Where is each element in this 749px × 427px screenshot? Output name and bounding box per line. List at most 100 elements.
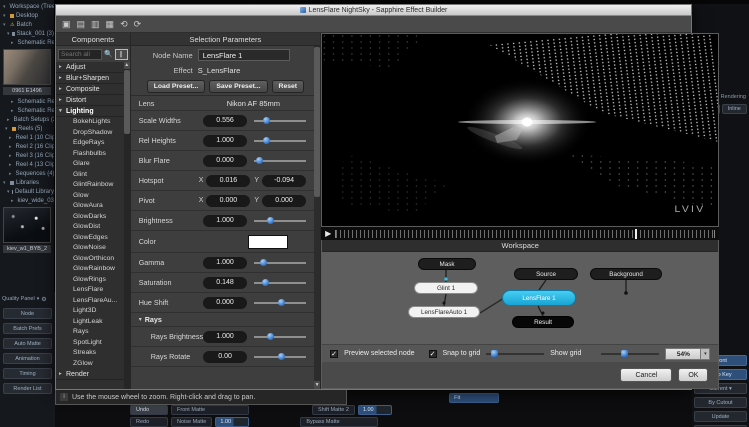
save-as-icon[interactable]: ▦ xyxy=(106,20,115,29)
auto-matte-button[interactable]: Auto Matte xyxy=(3,338,52,349)
component-item[interactable]: Rays xyxy=(56,327,130,338)
param-x-field[interactable]: 0.016 xyxy=(206,175,250,187)
param-y-field[interactable]: 0.000 xyxy=(262,195,306,207)
param-slider[interactable] xyxy=(254,157,306,165)
component-item[interactable]: GlowRings xyxy=(56,275,130,286)
redo-button[interactable]: Redo xyxy=(130,417,168,427)
parameters-scrollbar[interactable]: ▼ xyxy=(314,46,320,389)
param-value-field[interactable]: 1.000 xyxy=(203,215,247,227)
playhead[interactable] xyxy=(635,229,637,239)
timing-button[interactable]: Timing xyxy=(3,368,52,379)
param-slider[interactable] xyxy=(254,279,306,287)
component-item[interactable]: Glare xyxy=(56,159,130,170)
section-expand-icon[interactable]: ▾ xyxy=(139,316,142,323)
tree-item[interactable]: ▸Reel 3 (16 Clip) xyxy=(0,151,54,160)
param-slider[interactable] xyxy=(254,217,306,225)
param-slider[interactable] xyxy=(254,299,306,307)
component-item[interactable]: LightLeak xyxy=(56,317,130,328)
param-value-field[interactable]: 0.148 xyxy=(203,277,247,289)
component-item[interactable]: Light3D xyxy=(56,306,130,317)
scroll-up-icon[interactable]: ▲ xyxy=(124,62,130,69)
component-item[interactable]: BokehLights xyxy=(56,117,130,128)
node-mask[interactable]: Mask xyxy=(418,258,476,270)
param-slider[interactable] xyxy=(254,333,306,341)
node-name-field[interactable]: LensFlare 1 xyxy=(198,49,290,61)
component-item[interactable]: GlowNoise xyxy=(56,243,130,254)
presets-filter-button[interactable]: ∥ xyxy=(115,49,128,60)
undo-button[interactable]: Undo xyxy=(130,405,168,415)
value-field[interactable]: 1.00 xyxy=(358,405,392,415)
redo-icon[interactable]: ⟳ xyxy=(134,20,142,29)
gear-icon[interactable]: ⚙ xyxy=(41,296,46,303)
zoom-slider[interactable] xyxy=(601,350,659,358)
tree-item[interactable]: ▾⚠Batch xyxy=(0,20,54,29)
tree-item[interactable]: ▾Reels (5) xyxy=(0,124,54,133)
param-x-field[interactable]: 0.000 xyxy=(206,195,250,207)
clip-thumbnail-night[interactable] xyxy=(3,207,51,243)
by-cutout-button[interactable]: By Cutout xyxy=(694,397,747,408)
scrollbar-thumb[interactable] xyxy=(124,70,130,134)
ok-button[interactable]: OK xyxy=(678,368,708,382)
component-item[interactable]: GlowRainbow xyxy=(56,264,130,275)
preview-selected-checkbox[interactable]: ✓ xyxy=(330,350,338,358)
component-item[interactable]: DropShadow xyxy=(56,128,130,139)
node-glint[interactable]: Glint 1 xyxy=(414,282,478,294)
snap-to-grid-checkbox[interactable]: ✓ xyxy=(429,350,437,358)
tree-item[interactable]: ▸Reel 1 (10 Clip) xyxy=(0,133,54,142)
param-slider[interactable] xyxy=(254,353,306,361)
component-item[interactable]: Glow xyxy=(56,191,130,202)
tree-item[interactable]: ▸Reel 4 (13 Clip) xyxy=(0,160,54,169)
param-value-field[interactable]: 0.000 xyxy=(203,155,247,167)
component-item[interactable]: GlowEdges xyxy=(56,233,130,244)
scrollbar-thumb[interactable] xyxy=(314,47,320,197)
render-list-button[interactable]: Render List xyxy=(3,383,52,394)
tree-item[interactable]: ▸Reel 2 (16 Clip) xyxy=(0,142,54,151)
category-composite[interactable]: ▸Composite xyxy=(56,84,130,95)
batch-prefs-button[interactable]: Batch Prefs xyxy=(3,323,52,334)
component-item[interactable]: GlowOrthicon xyxy=(56,254,130,265)
tree-item[interactable]: ▾Stack_001 (3) xyxy=(0,29,54,38)
node-lensflareauto[interactable]: LensFlareAuto 1 xyxy=(408,306,480,318)
zoom-level-dropdown[interactable]: 54% xyxy=(665,348,701,360)
fit-button[interactable]: Fit xyxy=(449,393,499,403)
open-icon[interactable]: ▤ xyxy=(77,20,86,29)
component-item[interactable]: ZGlow xyxy=(56,359,130,370)
preview-viewport[interactable]: LVIV xyxy=(321,33,719,227)
tree-item[interactable]: ▸Schematic Reel 1 xyxy=(0,38,54,47)
cancel-button[interactable]: Cancel xyxy=(620,368,672,382)
tree-item[interactable]: ▸Sequences (4) xyxy=(0,169,54,178)
param-slider[interactable] xyxy=(254,117,306,125)
category-distort[interactable]: ▸Distort xyxy=(56,95,130,106)
node-source[interactable]: Source xyxy=(514,268,578,280)
tree-item[interactable]: ▾Workspace (Tree) xyxy=(0,2,54,11)
category-lighting[interactable]: ▾Lighting xyxy=(56,106,130,117)
grid-size-slider[interactable] xyxy=(486,350,544,358)
tree-item[interactable]: ▸Schematic Reel 2 xyxy=(0,97,54,106)
value-field[interactable]: 1.00 xyxy=(215,417,249,427)
component-item[interactable]: LensFlare xyxy=(56,285,130,296)
bypass-matte-button[interactable]: Bypass Matte xyxy=(300,417,378,427)
undo-icon[interactable]: ⟲ xyxy=(120,20,128,29)
tree-item[interactable]: ▸kiev_wide_036_1 xyxy=(0,196,54,205)
save-preset-button[interactable]: Save Preset... xyxy=(209,80,267,93)
param-value-field[interactable]: 0.00 xyxy=(203,351,247,363)
tree-item[interactable]: ▾Libraries xyxy=(0,178,54,187)
inline-button[interactable]: Inline xyxy=(722,104,748,114)
timeline-scrubber[interactable] xyxy=(335,230,715,238)
category-adjust[interactable]: ▸Adjust xyxy=(56,62,130,73)
param-y-field[interactable]: -0.094 xyxy=(262,175,306,187)
category-blur-sharpen[interactable]: ▸Blur+Sharpen xyxy=(56,73,130,84)
search-input[interactable] xyxy=(58,49,102,60)
param-value-field[interactable]: 0.000 xyxy=(203,297,247,309)
front-matte-button[interactable]: Front Matte xyxy=(171,405,249,415)
new-icon[interactable]: ▣ xyxy=(62,20,71,29)
param-value-field[interactable]: 1.000 xyxy=(203,331,247,343)
component-item[interactable]: LensFlareAu... xyxy=(56,296,130,307)
node-lensflare-selected[interactable]: LensFlare 1 xyxy=(502,290,576,306)
panel-selector[interactable]: Quality Panel xyxy=(2,296,35,302)
node-result[interactable]: Result xyxy=(512,316,574,328)
reset-button[interactable]: Reset xyxy=(272,80,305,93)
play-icon[interactable]: ▶ xyxy=(325,230,331,238)
component-item[interactable]: Glint xyxy=(56,170,130,181)
tree-item[interactable]: ▸Batch Setups (2) xyxy=(0,115,54,124)
